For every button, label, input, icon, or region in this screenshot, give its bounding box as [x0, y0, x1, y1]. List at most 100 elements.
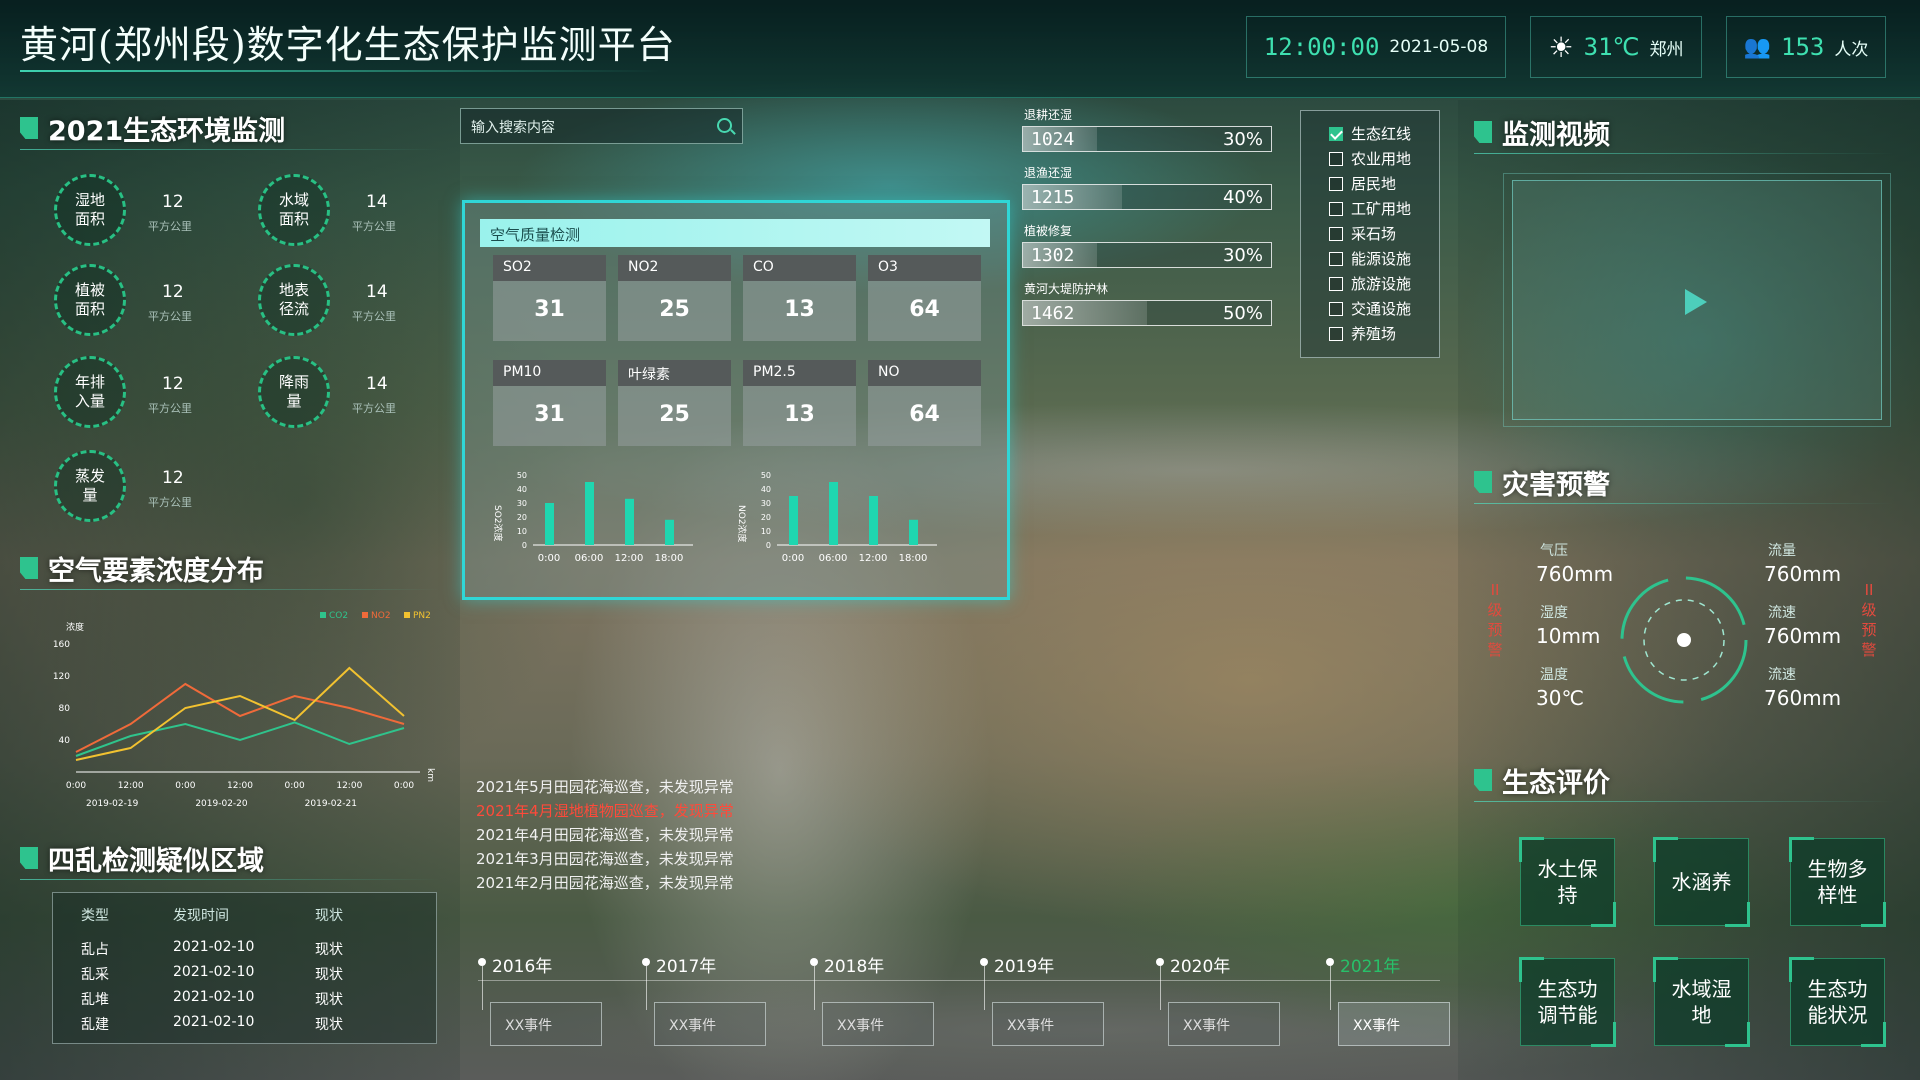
- eco-evaluation-button[interactable]: 水涵养: [1653, 837, 1750, 927]
- checkbox-icon[interactable]: [1329, 251, 1343, 266]
- video-title-text: 监测视频: [1502, 119, 1610, 151]
- y-tick: 80: [59, 704, 71, 714]
- progress-value: 1215: [1031, 187, 1075, 208]
- layer-option[interactable]: 旅游设施: [1329, 271, 1439, 296]
- layer-option[interactable]: 工矿用地: [1329, 196, 1439, 221]
- aq-cell: NO 64: [868, 360, 981, 446]
- timeline-event[interactable]: XX事件: [1168, 1002, 1280, 1046]
- patrol-event[interactable]: 2021年3月田园花海巡查，未发现异常: [476, 848, 734, 869]
- page-title: 黄河(郑州段)数字化生态保护监测平台: [20, 23, 676, 67]
- x-tick: 12:00: [118, 781, 144, 791]
- timeline-event[interactable]: XX事件: [1338, 1002, 1450, 1046]
- x-tick: 0:00: [175, 781, 195, 791]
- env-metric-label: 蒸发量: [74, 467, 105, 504]
- table-row[interactable]: 乱堆 2021-02-10 现状: [53, 985, 436, 1009]
- progress-bar: 1215 40%: [1022, 184, 1272, 210]
- layer-option[interactable]: 养殖场: [1329, 321, 1439, 346]
- region-table: 类型 发现时间 现状 乱占 2021-02-10 现状 乱采 2021-02-10 现状乱…: [52, 892, 437, 1044]
- col-time: 发现时间: [173, 908, 229, 924]
- timeline-year[interactable]: 2016年: [492, 952, 552, 977]
- table-cell: 现状: [315, 1017, 343, 1033]
- env-metric-unit: 平方公里: [148, 220, 192, 233]
- legend-swatch: [320, 612, 326, 618]
- timeline-event[interactable]: XX事件: [822, 1002, 934, 1046]
- table-row[interactable]: 乱建 2021-02-10 现状: [53, 1010, 436, 1034]
- air-quality-panel: 空气质量检测 SO2 31 NO2 25 CO 13 O3 64 PM10 31 叶绿素 25 PM2.…: [462, 200, 1010, 600]
- mini-y-label: NO2浓度: [736, 505, 748, 543]
- aq-cell-label: O3: [868, 255, 981, 281]
- layer-option[interactable]: 生态红线: [1329, 121, 1439, 146]
- timeline-year[interactable]: 2017年: [656, 952, 716, 977]
- users-icon: 👥: [1743, 34, 1772, 60]
- checkbox-icon[interactable]: [1329, 151, 1343, 166]
- x-date-label: 2019-02-20: [195, 799, 248, 809]
- env-metric-label: 降雨量: [278, 373, 309, 410]
- eco-evaluation-button[interactable]: 生物多样性: [1789, 837, 1886, 927]
- checkbox-icon[interactable]: [1329, 176, 1343, 191]
- env-metric-label: 植被面积: [74, 281, 105, 318]
- env-metric-unit: 平方公里: [148, 402, 192, 415]
- layer-option[interactable]: 交通设施: [1329, 296, 1439, 321]
- timeline-event[interactable]: XX事件: [992, 1002, 1104, 1046]
- aq-cell-label: PM2.5: [743, 360, 856, 386]
- checkbox-icon[interactable]: [1329, 301, 1343, 316]
- section-mark-icon: [20, 557, 38, 579]
- mini-y-tick: 20: [517, 513, 527, 522]
- search-icon[interactable]: [717, 118, 732, 133]
- table-cell: 乱占: [81, 942, 109, 958]
- patrol-event[interactable]: 2021年4月湿地植物园巡查，发现异常: [476, 800, 734, 821]
- checkbox-icon[interactable]: [1329, 126, 1343, 141]
- mini-y-tick: 0: [522, 541, 527, 550]
- timeline-year[interactable]: 2019年: [994, 952, 1054, 977]
- warning-level-left: II级预警: [1487, 581, 1503, 659]
- eco-evaluation-button[interactable]: 生态功调节能: [1519, 957, 1616, 1047]
- checkbox-icon[interactable]: [1329, 326, 1343, 341]
- x-tick: 12:00: [227, 781, 253, 791]
- section-mark-icon: [20, 117, 38, 139]
- patrol-event[interactable]: 2021年2月田园花海巡查，未发现异常: [476, 872, 734, 893]
- search-input[interactable]: 输入搜索内容: [460, 108, 743, 144]
- checkbox-icon[interactable]: [1329, 226, 1343, 241]
- checkbox-icon[interactable]: [1329, 201, 1343, 216]
- layer-option[interactable]: 能源设施: [1329, 246, 1439, 271]
- timeline-year[interactable]: 2020年: [1170, 952, 1230, 977]
- timeline-event[interactable]: XX事件: [490, 1002, 602, 1046]
- search-placeholder: 输入搜索内容: [471, 120, 555, 136]
- layer-option[interactable]: 采石场: [1329, 221, 1439, 246]
- aq-cell: O3 64: [868, 255, 981, 341]
- section-mark-icon: [1474, 471, 1492, 493]
- env-metric-label: 年排入量: [74, 373, 105, 410]
- weather-box: ☀ 31℃ 郑州: [1530, 16, 1702, 78]
- timeline-dot: [980, 958, 988, 966]
- aq-cell: NO2 25: [618, 255, 731, 341]
- warning-section-title: 灾害预警: [1474, 460, 1894, 504]
- video-player[interactable]: [1503, 173, 1891, 427]
- mini-y-label: SO2浓度: [492, 505, 504, 542]
- timeline-stem: [482, 966, 483, 1010]
- env-section-title: 2021生态环境监测: [20, 106, 440, 150]
- mini-bar: [869, 496, 878, 545]
- eco-evaluation-button[interactable]: 水域湿地: [1653, 957, 1750, 1047]
- timeline-stem: [1330, 966, 1331, 1010]
- env-metric-ring: 年排入量: [54, 356, 126, 428]
- timeline-year[interactable]: 2018年: [824, 952, 884, 977]
- checkbox-icon[interactable]: [1329, 276, 1343, 291]
- layer-label: 生态红线: [1351, 125, 1412, 143]
- layer-option[interactable]: 农业用地: [1329, 146, 1439, 171]
- timeline-event[interactable]: XX事件: [654, 1002, 766, 1046]
- progress-label: 退耕还湿: [1024, 108, 1073, 122]
- clock-box: 12:00:00 2021-05-08: [1246, 16, 1506, 78]
- mini-bar: [789, 496, 798, 545]
- layer-option[interactable]: 居民地: [1329, 171, 1439, 196]
- layer-label: 养殖场: [1351, 325, 1397, 343]
- eco-evaluation-button[interactable]: 生态功能状况: [1789, 957, 1886, 1047]
- eco-evaluation-button[interactable]: 水土保持: [1519, 837, 1616, 927]
- patrol-event[interactable]: 2021年5月田园花海巡查，未发现异常: [476, 776, 734, 797]
- table-row[interactable]: 乱采 2021-02-10 现状: [53, 960, 436, 984]
- patrol-event[interactable]: 2021年4月田园花海巡查，未发现异常: [476, 824, 734, 845]
- table-row[interactable]: 乱占 2021-02-10 现状: [53, 935, 436, 959]
- env-metric-ring: 植被面积: [54, 264, 126, 336]
- progress-label: 退渔还湿: [1024, 166, 1073, 180]
- play-icon[interactable]: [1685, 289, 1707, 315]
- timeline-year[interactable]: 2021年: [1340, 952, 1400, 977]
